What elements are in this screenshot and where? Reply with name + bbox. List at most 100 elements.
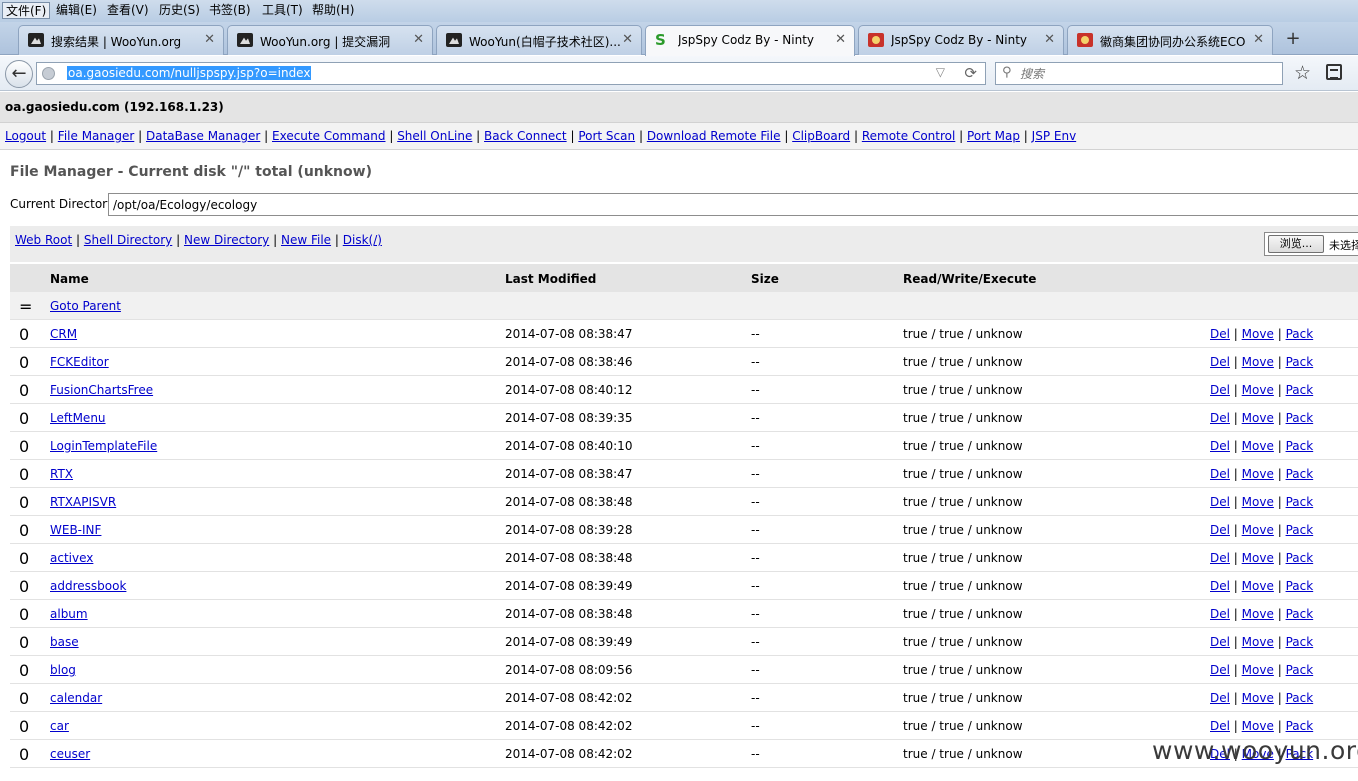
entry-name-link[interactable]: LeftMenu [50,411,106,425]
move-link[interactable]: Move [1242,663,1274,677]
move-link[interactable]: Move [1242,439,1274,453]
current-directory-input[interactable] [108,193,1358,216]
delete-link[interactable]: Del [1210,411,1230,425]
delete-link[interactable]: Del [1210,607,1230,621]
entry-name-link[interactable]: base [50,635,79,649]
delete-link[interactable]: Del [1210,355,1230,369]
delete-link[interactable]: Del [1210,383,1230,397]
file-manager-link[interactable]: File Manager [58,129,135,143]
entry-name-link[interactable]: ceuser [50,747,90,761]
shell-directory-link[interactable]: Shell Directory [84,233,172,247]
new-tab-button[interactable]: + [1280,26,1306,52]
entry-name-link[interactable]: WEB-INF [50,523,101,537]
delete-link[interactable]: Del [1210,551,1230,565]
move-link[interactable]: Move [1242,467,1274,481]
move-link[interactable]: Move [1242,607,1274,621]
remote-control-link[interactable]: Remote Control [862,129,956,143]
delete-link[interactable]: Del [1210,635,1230,649]
menu-edit[interactable]: 编辑(E) [53,2,100,19]
entry-name-link[interactable]: FusionChartsFree [50,383,153,397]
execute-command-link[interactable]: Execute Command [272,129,385,143]
delete-link[interactable]: Del [1210,439,1230,453]
menu-help[interactable]: 帮助(H) [309,2,357,19]
port-map-link[interactable]: Port Map [967,129,1020,143]
new-file-link[interactable]: New File [281,233,331,247]
pack-link[interactable]: Pack [1286,383,1314,397]
browse-button[interactable]: 浏览... [1268,235,1324,253]
pack-link[interactable]: Pack [1286,663,1314,677]
entry-name-link[interactable]: calendar [50,691,102,705]
shell-online-link[interactable]: Shell OnLine [397,129,472,143]
database-manager-link[interactable]: DataBase Manager [146,129,260,143]
entry-name-link[interactable]: addressbook [50,579,126,593]
close-icon[interactable]: ✕ [1253,32,1264,47]
url-bar[interactable]: oa.gaosiedu.com/nulljspspy.jsp?o=index ▽… [36,62,986,85]
menu-bookmarks[interactable]: 书签(B) [206,2,254,19]
menu-view[interactable]: 查看(V) [104,2,152,19]
move-link[interactable]: Move [1242,355,1274,369]
search-input[interactable] [1020,65,1270,82]
pack-link[interactable]: Pack [1286,467,1314,481]
web-root-link[interactable]: Web Root [15,233,72,247]
disk-link[interactable]: Disk(/) [343,233,382,247]
entry-name-link[interactable]: activex [50,551,93,565]
pack-link[interactable]: Pack [1286,327,1314,341]
pack-link[interactable]: Pack [1286,439,1314,453]
close-icon[interactable]: ✕ [413,32,424,47]
close-icon[interactable]: ✕ [622,32,633,47]
pack-link[interactable]: Pack [1286,495,1314,509]
delete-link[interactable]: Del [1210,691,1230,705]
entry-name-link[interactable]: LoginTemplateFile [50,439,157,453]
bookmark-star-icon[interactable]: ☆ [1294,62,1311,84]
delete-link[interactable]: Del [1210,495,1230,509]
move-link[interactable]: Move [1242,383,1274,397]
pack-link[interactable]: Pack [1286,579,1314,593]
menu-file[interactable]: 文件(F) [2,2,51,19]
pack-link[interactable]: Pack [1286,523,1314,537]
delete-link[interactable]: Del [1210,579,1230,593]
move-link[interactable]: Move [1242,495,1274,509]
entry-name-link[interactable]: album [50,607,88,621]
menu-tools[interactable]: 工具(T) [259,2,306,19]
tab-wooyun-community[interactable]: WooYun(白帽子技术社区)... ✕ [436,25,642,55]
pack-link[interactable]: Pack [1286,635,1314,649]
menu-history[interactable]: 历史(S) [156,2,203,19]
delete-link[interactable]: Del [1210,523,1230,537]
close-icon[interactable]: ✕ [1044,32,1055,47]
move-link[interactable]: Move [1242,551,1274,565]
pack-link[interactable]: Pack [1286,355,1314,369]
entry-name-link[interactable]: RTXAPISVR [50,495,116,509]
back-connect-link[interactable]: Back Connect [484,129,567,143]
delete-link[interactable]: Del [1210,467,1230,481]
move-link[interactable]: Move [1242,523,1274,537]
url-text[interactable]: oa.gaosiedu.com/nulljspspy.jsp?o=index [67,66,312,80]
port-scan-link[interactable]: Port Scan [578,129,635,143]
logout-link[interactable]: Logout [5,129,46,143]
pack-link[interactable]: Pack [1286,719,1314,733]
delete-link[interactable]: Del [1210,663,1230,677]
pack-link[interactable]: Pack [1286,691,1314,705]
move-link[interactable]: Move [1242,327,1274,341]
entry-name-link[interactable]: car [50,719,69,733]
tab-wooyun-search[interactable]: 搜索结果 | WooYun.org ✕ [18,25,224,55]
entry-name-link[interactable]: CRM [50,327,77,341]
delete-link[interactable]: Del [1210,719,1230,733]
new-directory-link[interactable]: New Directory [184,233,269,247]
clipboard-link[interactable]: ClipBoard [792,129,850,143]
entry-name-link[interactable]: RTX [50,467,73,481]
entry-name-link[interactable]: FCKEditor [50,355,109,369]
move-link[interactable]: Move [1242,579,1274,593]
move-link[interactable]: Move [1242,719,1274,733]
tab-oa-system[interactable]: 徽商集团协同办公系统ECO ✕ [1067,25,1273,55]
move-link[interactable]: Move [1242,691,1274,705]
jsp-env-link[interactable]: JSP Env [1032,129,1077,143]
back-button[interactable]: ← [5,60,33,88]
search-box[interactable]: ⚲ [995,62,1283,85]
reload-icon[interactable]: ⟳ [964,64,977,82]
delete-link[interactable]: Del [1210,327,1230,341]
move-link[interactable]: Move [1242,635,1274,649]
tab-jspspy[interactable]: JspSpy Codz By - Ninty ✕ [858,25,1064,55]
close-icon[interactable]: ✕ [835,32,846,47]
move-link[interactable]: Move [1242,411,1274,425]
pack-link[interactable]: Pack [1286,607,1314,621]
